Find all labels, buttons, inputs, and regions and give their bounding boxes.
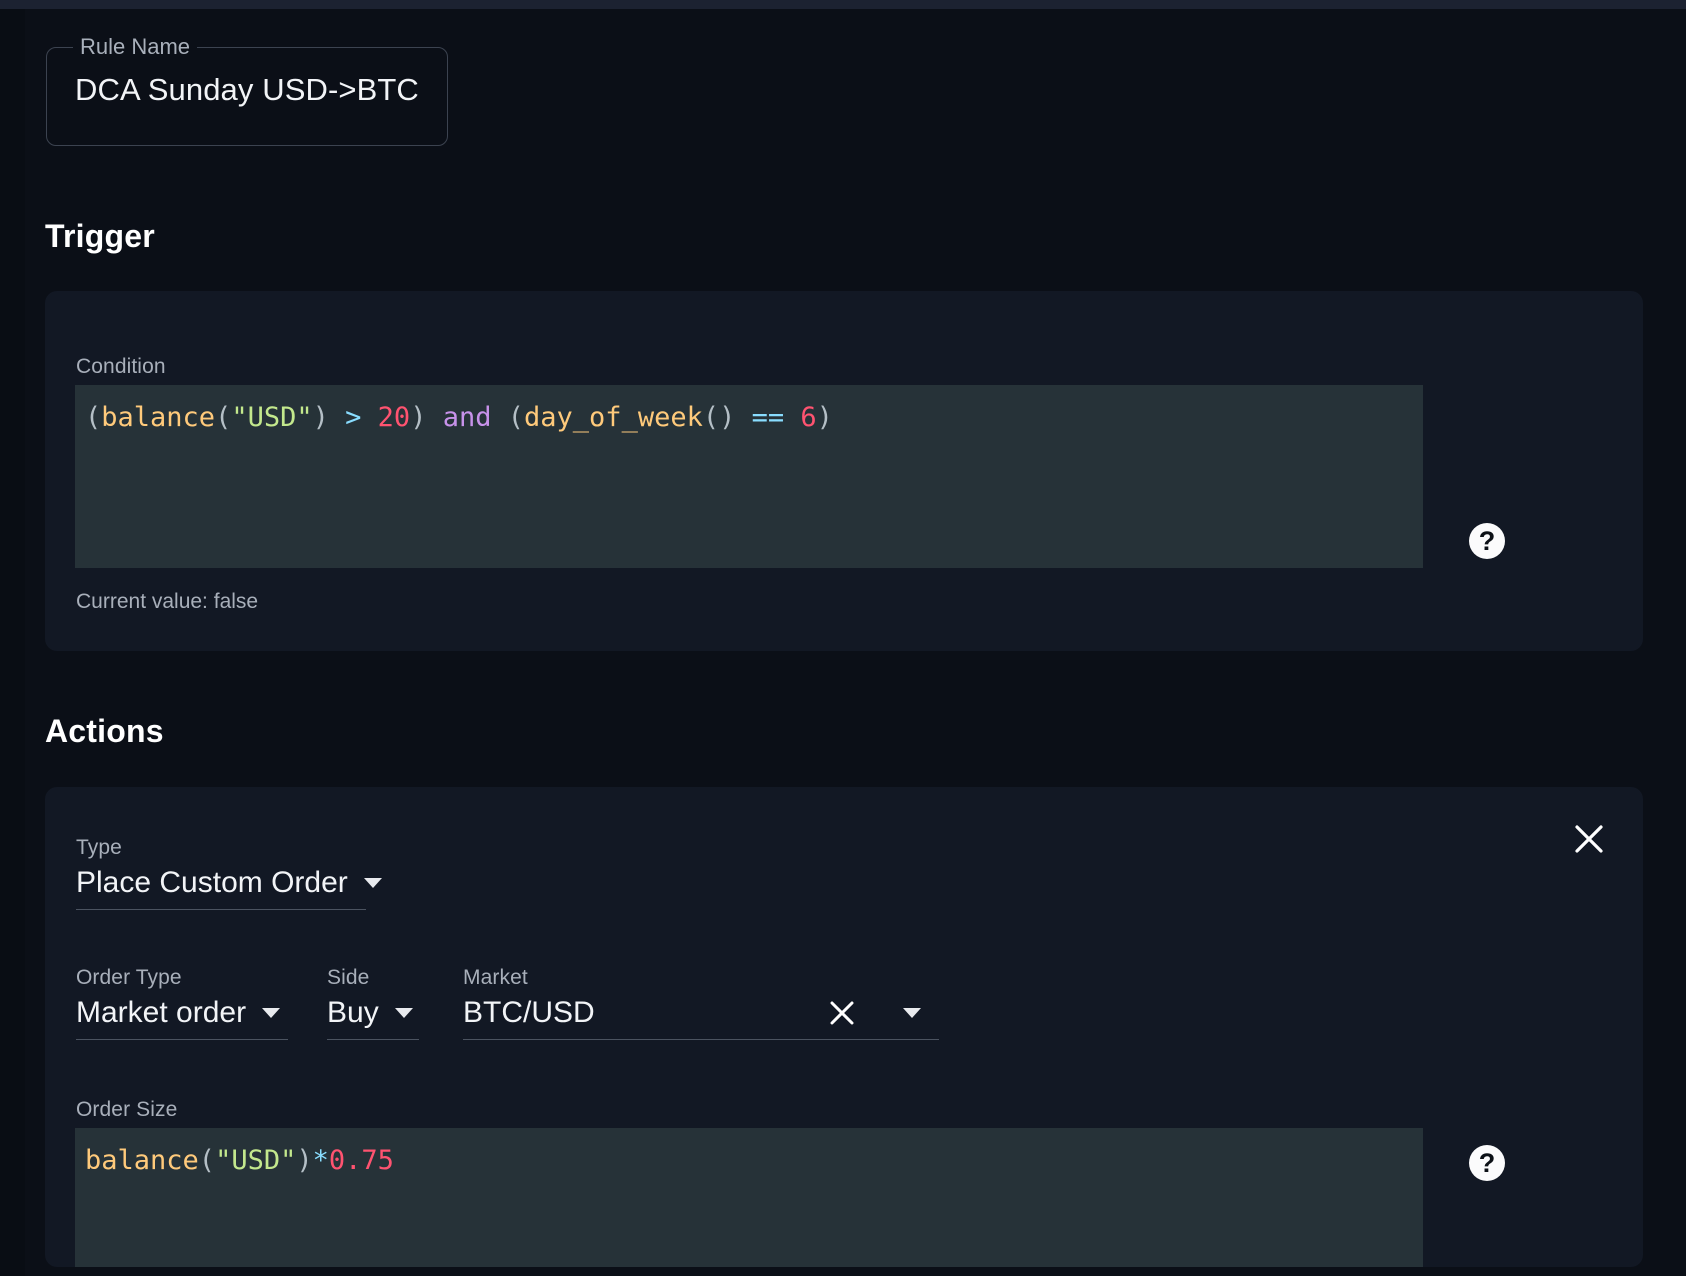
type-label: Type — [76, 836, 122, 859]
close-icon[interactable] — [1571, 821, 1607, 857]
code-token: ( — [215, 402, 232, 433]
code-token: ) — [410, 402, 427, 433]
chevron-down-icon — [394, 1008, 413, 1018]
code-token: ( — [85, 402, 102, 433]
window-chrome-strip — [0, 0, 1686, 9]
chevron-down-icon — [363, 878, 382, 888]
code-token: and — [442, 402, 492, 433]
type-select-value: Place Custom Order — [76, 866, 348, 899]
app-root: Rule Name DCA Sunday USD->BTC Trigger Co… — [0, 0, 1686, 1276]
left-gutter — [0, 9, 25, 1276]
actions-section-title: Actions — [45, 713, 164, 749]
rule-name-fieldset[interactable]: Rule Name DCA Sunday USD->BTC — [46, 36, 448, 146]
code-token: balance — [85, 1145, 199, 1176]
order-type-label: Order Type — [76, 966, 182, 989]
code-token: ) — [296, 1145, 313, 1176]
type-select[interactable]: Place Custom Order — [76, 866, 382, 910]
help-icon[interactable]: ? — [1469, 1145, 1505, 1181]
condition-code-input[interactable]: (balance("USD") > 20) and (day_of_week()… — [75, 385, 1423, 568]
code-token: ( — [507, 402, 525, 433]
rule-name-field[interactable]: Rule Name DCA Sunday USD->BTC — [46, 36, 448, 146]
market-label: Market — [463, 966, 528, 989]
side-select[interactable]: Buy — [327, 996, 419, 1040]
trigger-section-title: Trigger — [45, 218, 155, 254]
market-select[interactable]: BTC/USD — [463, 996, 939, 1040]
code-token: () — [702, 402, 736, 433]
code-token: day_of_week — [524, 402, 703, 433]
action-card: Type Place Custom Order Order Type Marke… — [45, 787, 1643, 1267]
code-token: ) — [816, 402, 833, 433]
chevron-down-icon — [262, 1008, 281, 1018]
code-token: ( — [198, 1145, 216, 1176]
code-token: balance — [101, 402, 216, 433]
condition-current-value: Current value: false — [76, 590, 259, 613]
order-size-code-input[interactable]: balance("USD")*0.75 — [75, 1128, 1423, 1267]
side-label: Side — [327, 966, 370, 989]
help-icon[interactable]: ? — [1469, 523, 1505, 559]
chevron-down-icon — [903, 1008, 921, 1018]
code-token: > — [345, 402, 362, 433]
code-token: == — [751, 402, 785, 433]
rule-editor-page: Rule Name DCA Sunday USD->BTC Trigger Co… — [25, 9, 1686, 1276]
code-token: 0.75 — [328, 1145, 394, 1176]
side-select-value: Buy — [327, 996, 379, 1029]
code-token: "USD" — [231, 402, 313, 433]
code-token: 6 — [800, 402, 817, 433]
order-type-select[interactable]: Market order — [76, 996, 288, 1040]
trigger-card: Condition (balance("USD") > 20) and (day… — [45, 291, 1643, 651]
rule-name-label: Rule Name — [80, 34, 191, 59]
code-token: "USD" — [215, 1145, 297, 1176]
code-token: 20 — [377, 402, 411, 433]
order-size-label: Order Size — [76, 1098, 178, 1121]
code-token: ) — [312, 402, 329, 433]
order-type-select-value: Market order — [76, 996, 247, 1029]
clear-icon[interactable] — [827, 998, 857, 1028]
rule-name-input[interactable]: DCA Sunday USD->BTC — [47, 58, 447, 108]
condition-label: Condition — [76, 355, 166, 378]
code-token: * — [312, 1145, 329, 1176]
market-select-value: BTC/USD — [463, 996, 595, 1029]
